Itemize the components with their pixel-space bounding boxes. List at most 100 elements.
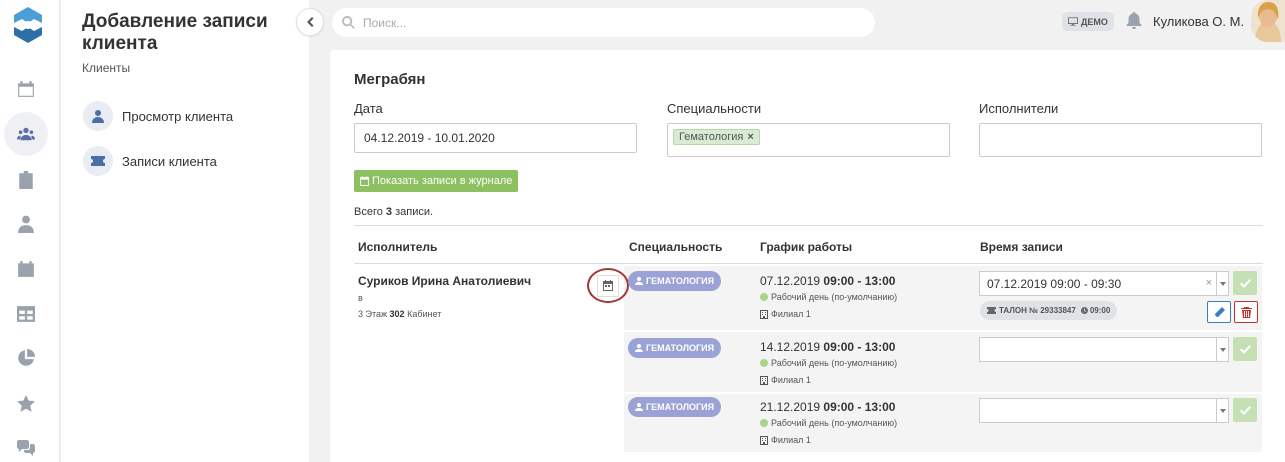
users-icon bbox=[17, 127, 35, 141]
nav-client-records[interactable]: Записи клиента bbox=[83, 146, 217, 176]
remove-tag-icon[interactable]: × bbox=[747, 131, 753, 143]
chevron-down-icon[interactable] bbox=[1216, 338, 1228, 361]
pie-chart-icon bbox=[18, 349, 35, 366]
ticket-icon bbox=[987, 307, 996, 314]
main-card: Меграбян Дата 04.12.2019 - 10.01.2020 Сп… bbox=[330, 50, 1285, 462]
appointment-time-select[interactable]: 07.12.2019 09:00 - 09:30 × bbox=[979, 271, 1229, 296]
edit-button[interactable] bbox=[1207, 301, 1231, 323]
status-dot bbox=[760, 359, 768, 367]
specialty-badge-label: ГЕМАТОЛОГИЯ bbox=[646, 402, 715, 412]
confirm-button[interactable] bbox=[1233, 271, 1257, 295]
notifications-button[interactable] bbox=[1126, 12, 1142, 30]
rail-doctors[interactable] bbox=[4, 202, 48, 246]
column-appointment-time: Время записи bbox=[980, 240, 1063, 254]
records-total-suffix: записи. bbox=[392, 206, 434, 218]
date-range-value: 04.12.2019 - 10.01.2020 bbox=[364, 131, 495, 145]
date-range-field[interactable]: 04.12.2019 - 10.01.2020 bbox=[354, 123, 637, 153]
schedule-time: 07.12.2019 09:00 - 13:00 bbox=[760, 274, 895, 288]
divider bbox=[354, 263, 1263, 264]
specialty-badge: ГЕМАТОЛОГИЯ bbox=[628, 338, 722, 358]
executor-room: 3 Этаж 302 Кабинет bbox=[358, 309, 441, 319]
calendar-icon bbox=[603, 280, 613, 291]
icon-rail bbox=[0, 0, 60, 462]
specialty-tag-label: Гематология bbox=[679, 131, 744, 143]
rail-reports[interactable] bbox=[4, 336, 48, 380]
user-icon bbox=[635, 403, 643, 411]
user-name[interactable]: Куликова О. М. bbox=[1153, 14, 1244, 29]
rail-schedule[interactable] bbox=[4, 247, 48, 291]
schedule-branch: Филиал 1 bbox=[760, 309, 811, 319]
appointment-time-value: 07.12.2019 09:00 - 09:30 bbox=[987, 276, 1122, 291]
demo-badge[interactable]: ДЕМО bbox=[1062, 12, 1114, 31]
rail-chat[interactable] bbox=[4, 426, 48, 462]
star-icon bbox=[17, 395, 35, 412]
specialty-badge-label: ГЕМАТОЛОГИЯ bbox=[646, 276, 715, 286]
executor-room-label: Кабинет bbox=[407, 309, 442, 319]
schedule-day-type: Рабочий день (по-умолчанию) bbox=[760, 292, 897, 302]
bell-icon bbox=[1126, 12, 1142, 29]
show-in-journal-label: Показать записи в журнале bbox=[372, 175, 513, 187]
chat-icon bbox=[17, 440, 35, 456]
chevron-left-icon bbox=[307, 17, 314, 27]
clipboard-icon bbox=[19, 171, 33, 189]
nav-view-client[interactable]: Просмотр клиента bbox=[83, 101, 233, 131]
specialties-label: Специальности bbox=[667, 101, 762, 116]
rail-tables[interactable] bbox=[4, 292, 48, 336]
schedule-branch: Филиал 1 bbox=[760, 435, 811, 445]
user-avatar[interactable] bbox=[1251, 0, 1285, 42]
ticket-icon bbox=[83, 146, 113, 176]
column-schedule: График работы bbox=[760, 240, 853, 254]
client-name: Меграбян bbox=[354, 71, 426, 88]
executor-info: в bbox=[358, 293, 363, 303]
user-icon bbox=[83, 101, 113, 131]
search-input[interactable] bbox=[363, 15, 843, 30]
status-dot bbox=[760, 419, 768, 427]
ticket-time: 09:00 bbox=[1089, 306, 1111, 315]
schedule-date: 21.12.2019 bbox=[760, 400, 821, 414]
schedule-day-type-label: Рабочий день (по-умолчанию) bbox=[771, 358, 898, 368]
calendar-icon bbox=[360, 176, 369, 186]
executors-label: Исполнители bbox=[979, 101, 1059, 116]
schedule-time: 21.12.2019 09:00 - 13:00 bbox=[760, 400, 895, 414]
schedule-hours: 09:00 - 13:00 bbox=[823, 400, 896, 414]
rail-favorites[interactable] bbox=[4, 382, 48, 426]
rail-clients[interactable] bbox=[4, 112, 48, 156]
search-box[interactable] bbox=[332, 8, 875, 37]
rail-clipboard[interactable] bbox=[4, 158, 48, 202]
pencil-icon bbox=[1214, 306, 1225, 317]
appointment-time-select[interactable] bbox=[979, 398, 1229, 423]
table-icon bbox=[17, 306, 35, 322]
chevron-down-icon[interactable] bbox=[1216, 272, 1228, 295]
show-in-journal-button[interactable]: Показать записи в журнале bbox=[354, 170, 519, 192]
executors-field[interactable] bbox=[979, 123, 1262, 157]
clear-icon[interactable]: × bbox=[1206, 277, 1212, 289]
app-logo[interactable] bbox=[10, 5, 46, 45]
open-calendar-highlight[interactable] bbox=[587, 268, 629, 303]
specialty-badge: ГЕМАТОЛОГИЯ bbox=[628, 271, 722, 291]
date-label: Дата bbox=[354, 101, 383, 116]
ticket-badge: ТАЛОН № 29333847 09:00 bbox=[980, 301, 1118, 320]
open-calendar-button[interactable] bbox=[597, 274, 619, 297]
divider bbox=[354, 225, 1263, 226]
specialty-badge-label: ГЕМАТОЛОГИЯ bbox=[646, 343, 715, 353]
trash-icon bbox=[1240, 306, 1252, 318]
schedule-branch-label: Филиал 1 bbox=[771, 435, 811, 445]
specialties-field[interactable]: Гематология × bbox=[667, 123, 950, 157]
page-breadcrumb[interactable]: Клиенты bbox=[82, 61, 130, 75]
chevron-down-icon[interactable] bbox=[1216, 399, 1228, 422]
confirm-button[interactable] bbox=[1233, 398, 1257, 422]
nav-view-client-label: Просмотр клиента bbox=[122, 108, 234, 124]
executor-name: Суриков Ирина Анатолиевич bbox=[358, 274, 532, 288]
schedule-hours: 09:00 - 13:00 bbox=[823, 274, 896, 288]
search-icon bbox=[342, 16, 355, 29]
appointment-time-select[interactable] bbox=[979, 337, 1229, 362]
rail-calendar[interactable] bbox=[4, 67, 48, 111]
collapse-panel-button[interactable] bbox=[296, 8, 324, 36]
user-icon bbox=[635, 344, 643, 352]
building-icon bbox=[760, 435, 768, 445]
schedule-day-type: Рабочий день (по-умолчанию) bbox=[760, 358, 897, 368]
delete-button[interactable] bbox=[1234, 301, 1258, 323]
calendar-icon bbox=[18, 81, 34, 97]
confirm-button[interactable] bbox=[1233, 337, 1257, 361]
check-icon bbox=[1239, 278, 1251, 288]
